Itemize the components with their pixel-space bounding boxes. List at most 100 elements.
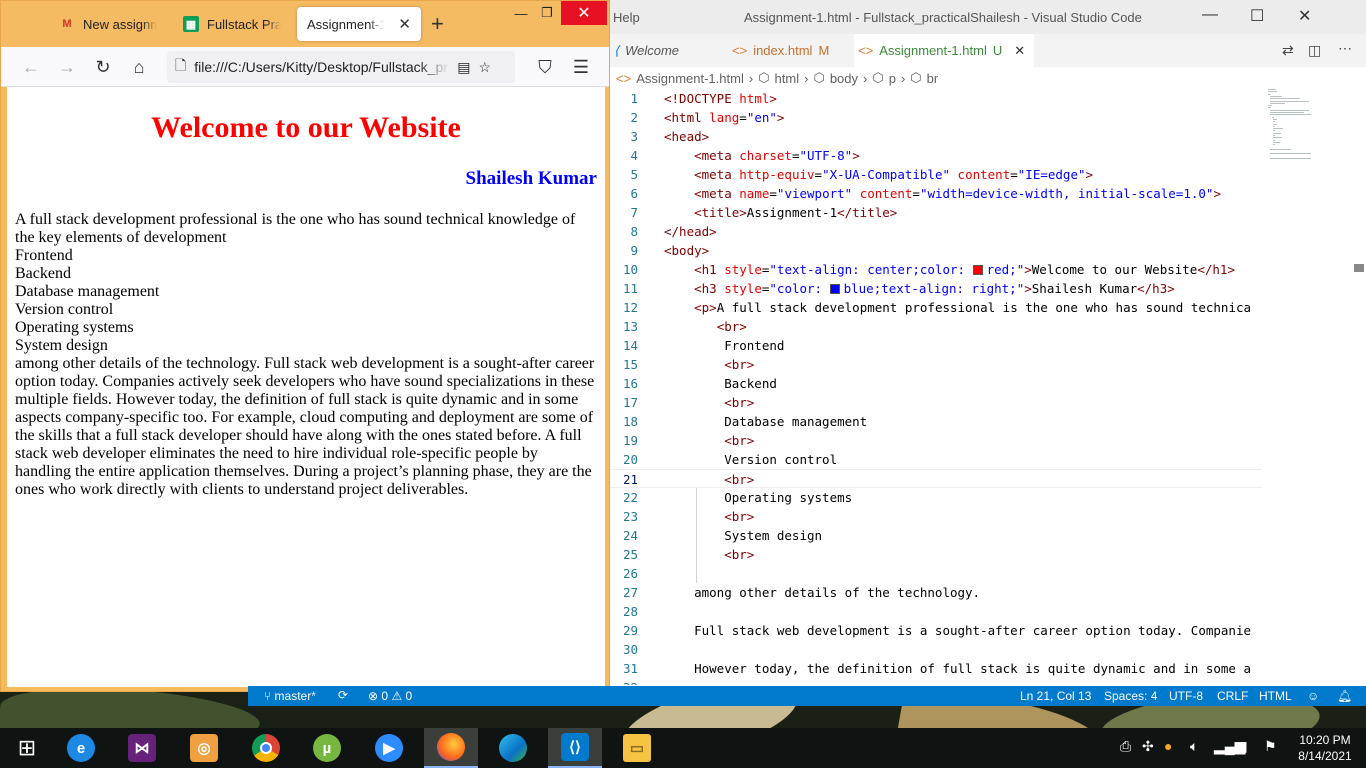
taskbar-visual-studio[interactable]: ⋈ <box>115 728 169 768</box>
close-tab-icon[interactable]: ✕ <box>1014 43 1025 59</box>
line-ending[interactable]: CRLF <box>1217 689 1248 703</box>
maximize-icon[interactable]: ☐ <box>1250 6 1264 26</box>
cursor-position[interactable]: Ln 21, Col 13 <box>1020 689 1091 703</box>
taskbar-firefox[interactable] <box>424 728 478 768</box>
code-line[interactable]: 24 System design <box>610 526 1262 545</box>
split-editor-icon[interactable]: ◫ <box>1308 42 1321 59</box>
code-line[interactable]: 15 <br> <box>610 355 1262 374</box>
code-line[interactable]: 19 <br> <box>610 431 1262 450</box>
tab-welcome[interactable]: ⟨ Welcome <box>610 34 716 67</box>
code-line[interactable]: 14 Frontend <box>610 336 1262 355</box>
code-line[interactable]: 27 among other details of the technology… <box>610 583 1262 602</box>
close-window-icon[interactable]: ✕ <box>1298 6 1311 26</box>
compare-changes-icon[interactable]: ⇄ <box>1282 42 1294 59</box>
code-line[interactable]: 20 Version control <box>610 450 1262 469</box>
back-icon[interactable]: ← <box>19 55 43 79</box>
code-line[interactable]: 5 <meta http-equiv="X-UA-Compatible" con… <box>610 165 1262 184</box>
breadcrumb-item[interactable]: br <box>927 71 939 86</box>
tab-gmail[interactable]: M New assignmen <box>49 7 167 41</box>
code-line[interactable]: 7 <title>Assignment-1</title> <box>610 203 1262 222</box>
reload-icon[interactable]: ↻ <box>91 55 115 79</box>
indentation-setting[interactable]: Spaces: 4 <box>1104 689 1157 703</box>
source-control-branch[interactable]: ⑂ master* <box>264 689 316 703</box>
breadcrumb-item[interactable]: html <box>775 71 800 86</box>
code-line[interactable]: 2 <html lang="en"> <box>610 108 1262 127</box>
volume-icon[interactable]: 🔈︎ <box>1190 738 1198 755</box>
code-line[interactable]: 4 <meta charset="UTF-8"> <box>610 146 1262 165</box>
taskbar-vscode[interactable]: ⟨⟩ <box>548 728 602 768</box>
code-editor[interactable]: 1 <!DOCTYPE html> 2 <html lang="en"> 3 <head>… <box>610 89 1262 685</box>
breadcrumb-item[interactable]: p <box>889 71 896 86</box>
taskbar-zoom[interactable]: ▶ <box>362 728 416 768</box>
scrollbar-thumb[interactable] <box>1354 264 1364 272</box>
new-tab-icon[interactable]: + <box>431 11 444 37</box>
close-tab-icon[interactable]: ✕ <box>398 15 411 33</box>
minimize-icon[interactable]: — <box>1202 6 1218 24</box>
code-line[interactable]: 12 <p>A full stack development professio… <box>610 298 1262 317</box>
start-button[interactable]: ⊞ <box>0 728 54 768</box>
code-line[interactable]: 10 <h1 style="text-align: center;color: … <box>610 260 1262 279</box>
code-line[interactable]: 6 <meta name="viewport" content="width=d… <box>610 184 1262 203</box>
close-window-icon[interactable]: ✕ <box>561 1 607 25</box>
code-line[interactable]: 26 <box>610 564 1262 583</box>
forward-icon[interactable]: → <box>55 55 79 79</box>
code-line[interactable]: 8 </head> <box>610 222 1262 241</box>
breadcrumb-item[interactable]: body <box>830 71 858 86</box>
maximize-icon[interactable]: ❐ <box>535 1 559 25</box>
system-clock[interactable]: 10:20 PM 8/14/2021 <box>1290 732 1360 764</box>
code-line[interactable]: 21 <br> <box>610 469 1262 488</box>
taskbar-file-explorer[interactable]: ▭ <box>610 728 664 768</box>
minimap[interactable] <box>1268 89 1358 685</box>
problems-indicator[interactable]: ⊗ 0 ⚠ 0 <box>368 689 412 703</box>
code-line[interactable]: 3 <head> <box>610 127 1262 146</box>
breadcrumb-item[interactable]: Assignment-1.html <box>636 71 744 86</box>
tab-assignment-1-html[interactable]: <> Assignment-1.html U ✕ <box>854 34 1034 67</box>
taskbar-utorrent[interactable]: µ <box>300 728 354 768</box>
taskbar-internet-explorer[interactable]: e <box>54 728 108 768</box>
code-line[interactable]: 22 Operating systems <box>610 488 1262 507</box>
tray-orange-icon[interactable]: ● <box>1164 738 1172 754</box>
minimap-line <box>1270 95 1283 97</box>
code-line[interactable]: 29 Full stack web development is a sough… <box>610 621 1262 640</box>
pocket-icon[interactable]: ⛉ <box>533 55 557 79</box>
status-bar: Ln 21, Col 13 Spaces: 4 UTF-8 CRLF HTML … <box>610 686 1366 706</box>
code-line[interactable]: 17 <br> <box>610 393 1262 412</box>
menu-help[interactable]: Help <box>613 10 640 25</box>
code-line[interactable]: 16 Backend <box>610 374 1262 393</box>
bookmark-star-icon[interactable]: ☆ <box>479 59 492 76</box>
tab-assignment-1[interactable]: Assignment-1 ✕ <box>297 7 421 41</box>
feedback-icon[interactable]: ☺ <box>1307 689 1319 703</box>
code-line[interactable]: 11 <h3 style="color: blue;text-align: ri… <box>610 279 1262 298</box>
notifications-icon[interactable]: 🔔︎ <box>1337 689 1352 703</box>
taskbar-edge[interactable] <box>486 728 540 768</box>
code-line[interactable]: 25 <br> <box>610 545 1262 564</box>
code-line[interactable]: 1 <!DOCTYPE html> <box>610 89 1262 108</box>
code-line[interactable]: 9 <body> <box>610 241 1262 260</box>
code-line[interactable]: 30 <box>610 640 1262 659</box>
code-line[interactable]: 31 However today, the definition of full… <box>610 659 1262 678</box>
tray-app-icon[interactable]: ✣ <box>1142 738 1154 755</box>
url-bar[interactable]: 🗋 file:///C:/Users/Kitty/Desktop/Fullsta… <box>167 51 515 83</box>
tab-index-html[interactable]: <> index.html M <box>728 34 852 67</box>
taskbar-app-orange[interactable]: ◎ <box>177 728 231 768</box>
minimize-icon[interactable]: — <box>509 1 533 25</box>
minimap-line <box>1272 139 1275 141</box>
code-line[interactable]: 18 Database management <box>610 412 1262 431</box>
action-center-flag-icon[interactable]: ⚑ <box>1264 738 1277 755</box>
code-line[interactable]: 28 <box>610 602 1262 621</box>
tab-fullstack-practical[interactable]: ▦ Fullstack Practic <box>173 7 291 41</box>
menu-icon[interactable]: ☰ <box>569 55 593 79</box>
sync-icon[interactable]: ⟳ <box>338 688 348 702</box>
more-actions-icon[interactable]: ⋯ <box>1338 40 1352 57</box>
sheets-icon: ▦ <box>183 16 199 32</box>
code-line[interactable]: 32 <box>610 678 1262 685</box>
language-mode[interactable]: HTML <box>1259 689 1292 703</box>
network-device-icon[interactable]: ⎙ <box>1120 738 1131 755</box>
code-line[interactable]: 13 <br> <box>610 317 1262 336</box>
home-icon[interactable]: ⌂ <box>127 55 151 79</box>
reader-view-icon[interactable]: ▤ <box>457 59 470 76</box>
code-line[interactable]: 23 <br> <box>610 507 1262 526</box>
taskbar-chrome[interactable] <box>239 728 293 768</box>
encoding[interactable]: UTF-8 <box>1169 689 1203 703</box>
battery-icon[interactable]: ▮ <box>1240 738 1248 755</box>
